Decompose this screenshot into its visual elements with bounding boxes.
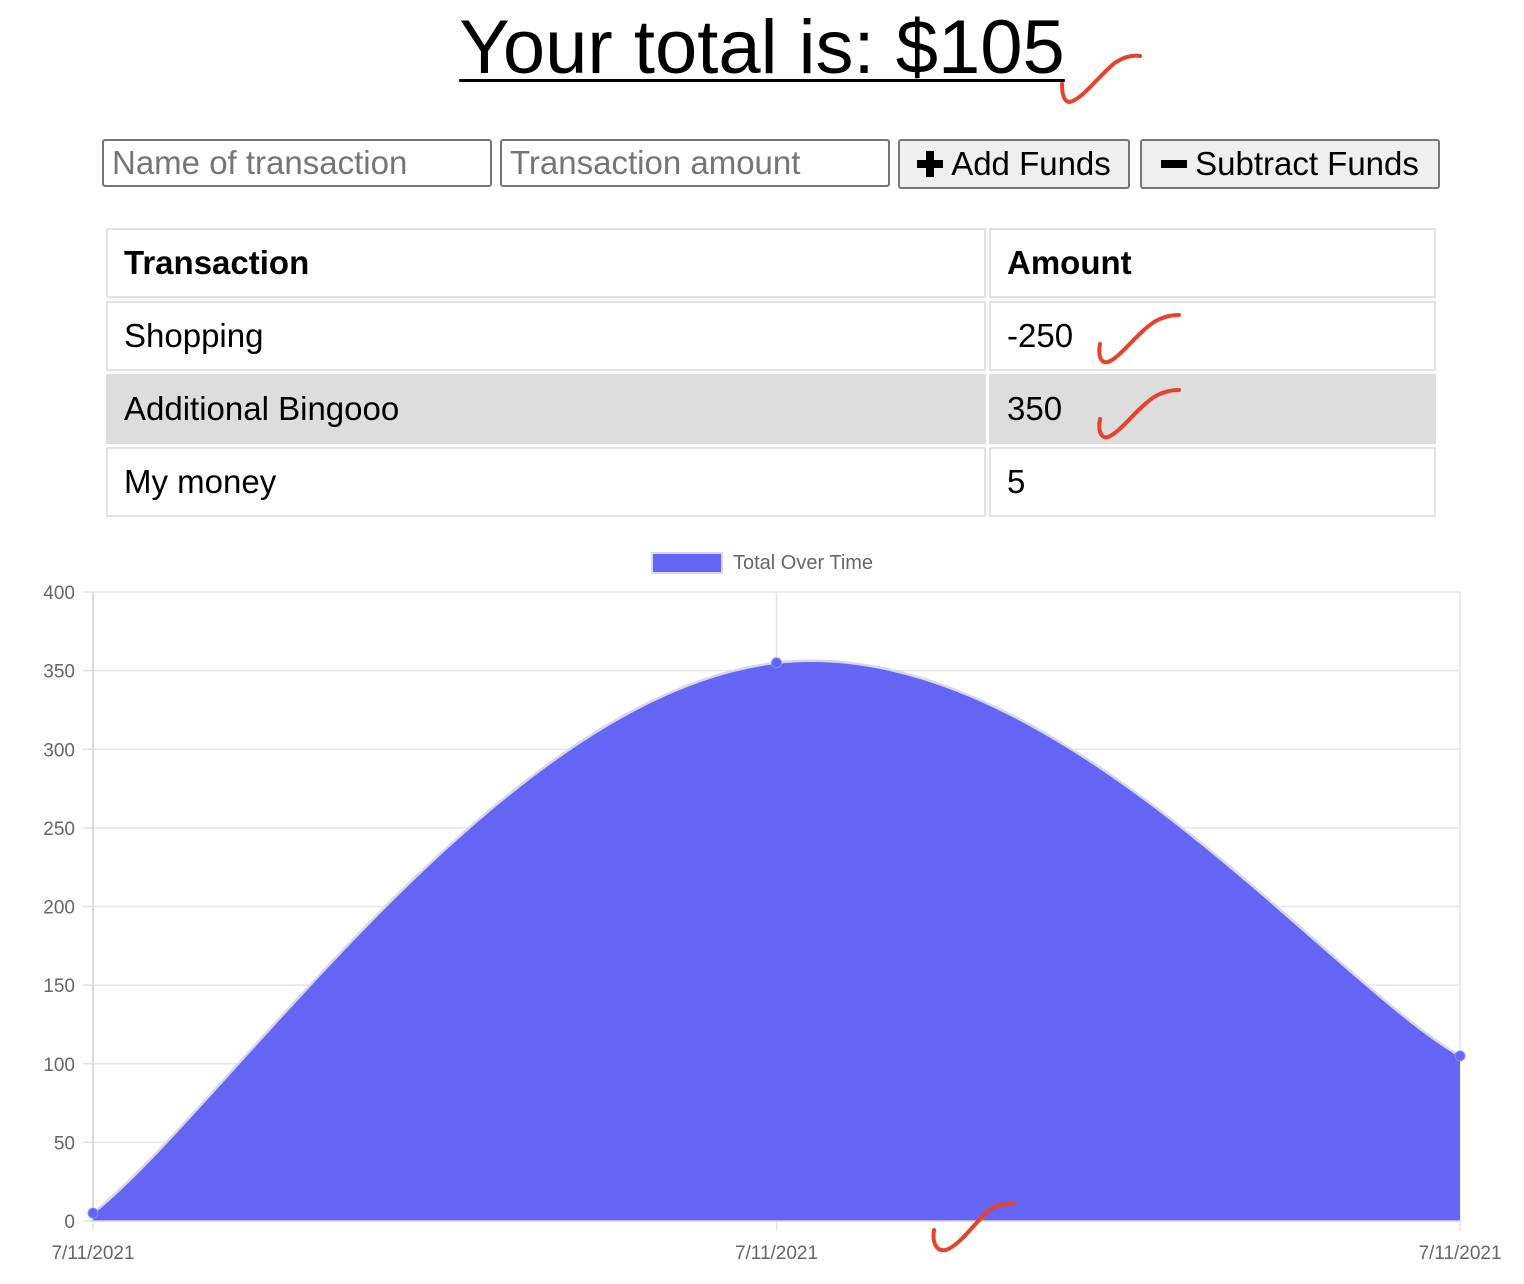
total-over-time-chart: 0 50 100 150 200 250 300 350 400 7/11/2021 7/11/20… xyxy=(43,583,1501,1264)
subtract-funds-button[interactable]: Subtract Funds xyxy=(1140,139,1440,189)
add-funds-button[interactable]: Add Funds xyxy=(898,139,1130,189)
y-tick-label: 300 xyxy=(43,740,75,761)
transaction-amount-input[interactable] xyxy=(500,139,890,187)
x-tick-label: 7/11/2021 xyxy=(735,1243,818,1264)
x-tick-label: 7/11/2021 xyxy=(1418,1243,1501,1264)
subtract-funds-label: Subtract Funds xyxy=(1195,145,1419,182)
total-label: Your total is: $ xyxy=(459,5,938,90)
total-heading: Your total is: $105 xyxy=(0,4,1524,92)
amount-column-header: Amount xyxy=(989,228,1436,298)
add-funds-label: Add Funds xyxy=(951,145,1111,182)
table-header-row: Transaction Amount xyxy=(106,228,1436,298)
y-tick-label: 150 xyxy=(43,976,75,997)
table-row: My money 5 xyxy=(106,447,1436,517)
data-point xyxy=(87,1207,99,1219)
transaction-name-cell: Additional Bingooo xyxy=(106,374,986,444)
total-value: 105 xyxy=(938,5,1065,90)
series-area xyxy=(93,660,1460,1221)
y-tick-label: 350 xyxy=(43,662,75,683)
transaction-name-cell: Shopping xyxy=(106,301,986,371)
check-mark-icon xyxy=(1097,388,1181,440)
transaction-name-cell: My money xyxy=(106,447,986,517)
y-tick-label: 100 xyxy=(43,1055,75,1076)
x-tick-label: 7/11/2021 xyxy=(51,1243,134,1264)
transaction-amount-cell: -250 xyxy=(989,301,1436,371)
transaction-column-header: Transaction xyxy=(106,228,986,298)
check-mark-icon xyxy=(1060,53,1142,104)
plus-icon xyxy=(917,151,944,177)
table-row: Shopping -250 xyxy=(106,301,1436,371)
transaction-amount-cell: 5 xyxy=(989,447,1436,517)
transactions-table: Transaction Amount Shopping -250 Additio… xyxy=(103,225,1439,520)
y-tick-label: 250 xyxy=(43,819,75,840)
y-tick-label: 50 xyxy=(54,1133,75,1154)
y-tick-label: 0 xyxy=(64,1212,75,1233)
transaction-amount-cell: 350 xyxy=(989,374,1436,444)
y-tick-label: 200 xyxy=(43,898,75,919)
y-tick-label: 400 xyxy=(43,583,75,604)
check-mark-icon xyxy=(931,1202,1016,1253)
minus-icon xyxy=(1161,160,1188,168)
data-point xyxy=(1454,1050,1466,1062)
transaction-name-input[interactable] xyxy=(102,139,492,187)
check-mark-icon xyxy=(1097,313,1181,365)
table-row: Additional Bingooo 350 xyxy=(106,374,1436,444)
data-point xyxy=(771,657,782,669)
